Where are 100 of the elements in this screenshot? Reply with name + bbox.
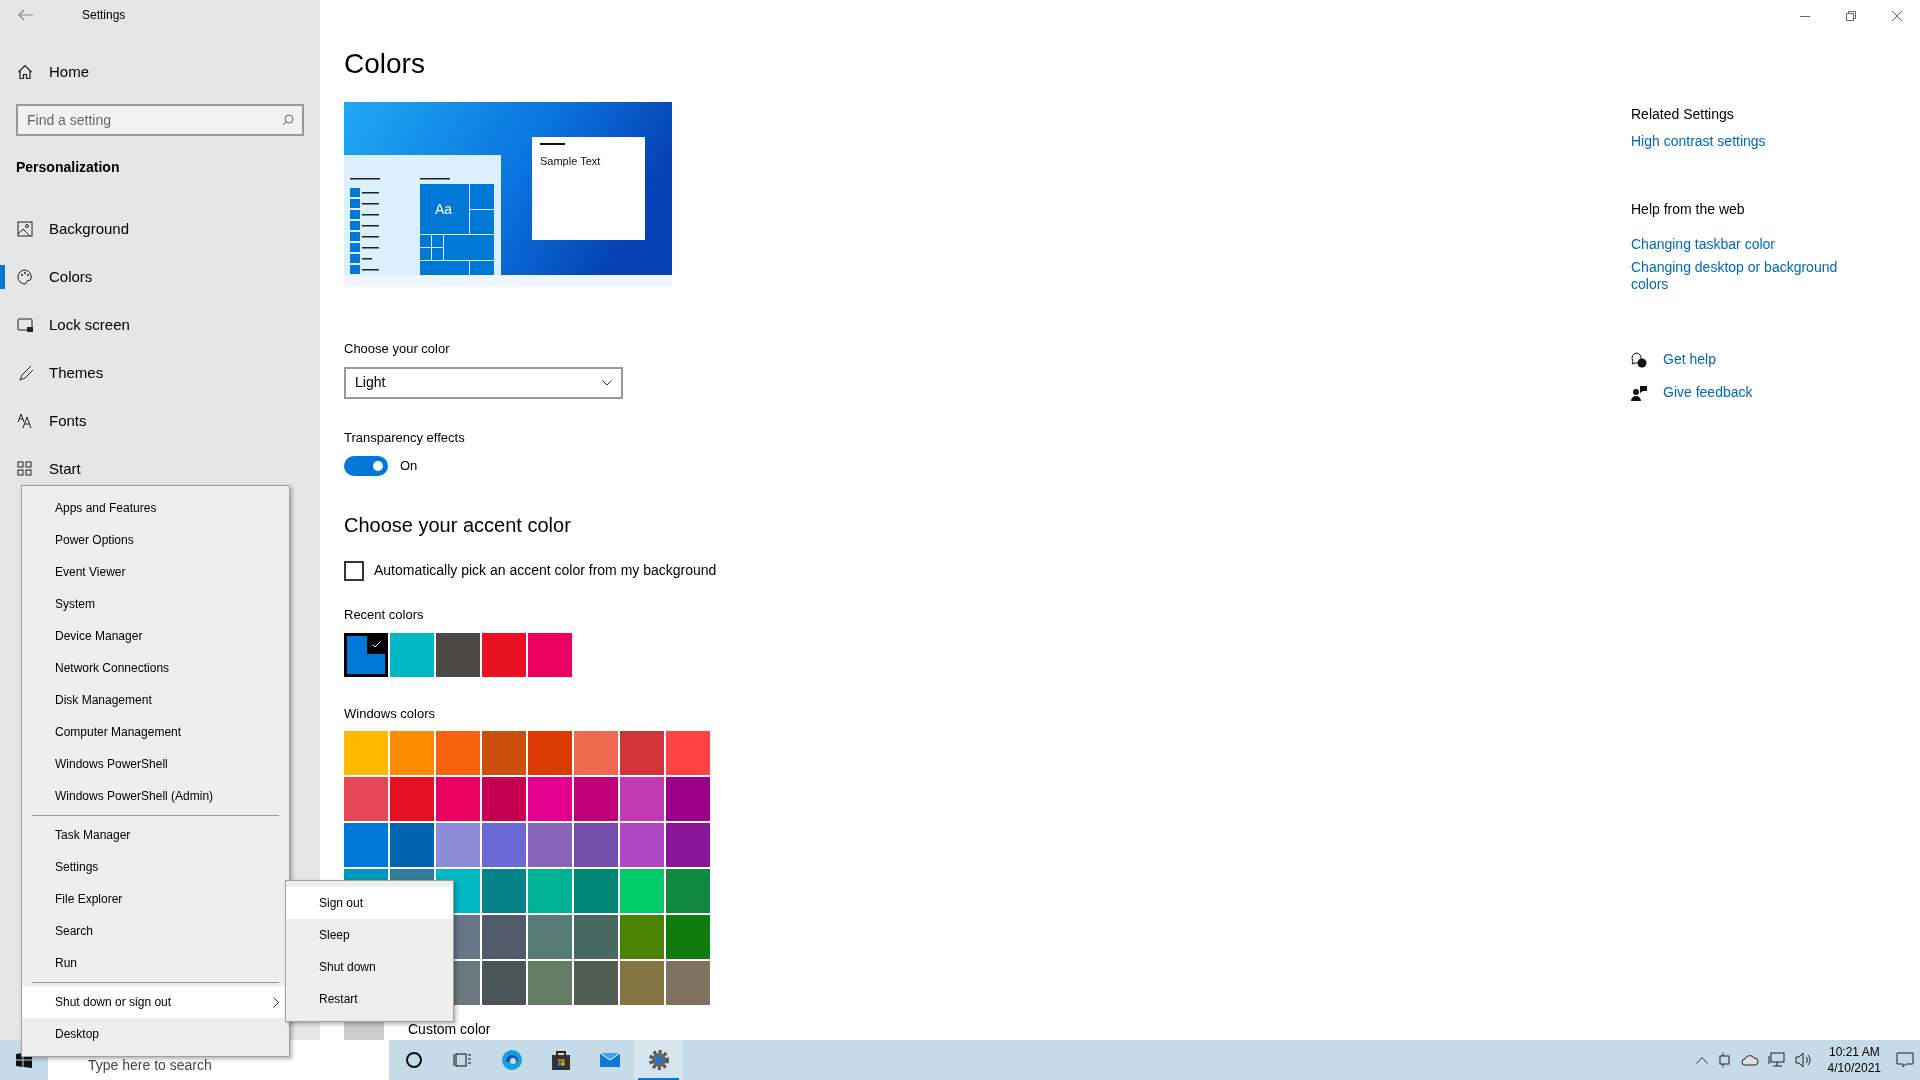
menu-item[interactable]: Run: [22, 947, 289, 979]
field-label: Transparency effects: [344, 428, 466, 447]
menu-item[interactable]: Network Connections: [22, 652, 289, 684]
color-swatch[interactable]: [620, 869, 664, 913]
color-swatch[interactable]: [528, 961, 572, 1005]
menu-item[interactable]: Settings: [22, 851, 289, 883]
color-swatch[interactable]: [482, 869, 526, 913]
color-swatch[interactable]: [620, 823, 664, 867]
color-swatch[interactable]: [528, 731, 572, 775]
menu-item[interactable]: Apps and Features: [22, 492, 289, 524]
menu-item[interactable]: Sign out: [286, 887, 453, 919]
color-swatch[interactable]: [666, 915, 710, 959]
menu-item[interactable]: Shut down: [286, 951, 453, 983]
color-swatch[interactable]: [574, 823, 618, 867]
nav-item[interactable]: Lock screen: [0, 301, 320, 349]
menu-item[interactable]: File Explorer: [22, 883, 289, 915]
color-swatch[interactable]: [436, 731, 480, 775]
menu-item[interactable]: Search: [22, 915, 289, 947]
menu-item[interactable]: Computer Management: [22, 716, 289, 748]
sample-text: Sample Text: [540, 154, 601, 169]
menu-item[interactable]: Sleep: [286, 919, 453, 951]
color-swatch[interactable]: [482, 632, 526, 677]
nav-item[interactable]: Fonts: [0, 397, 320, 445]
theme-dropdown[interactable]: Light: [344, 366, 623, 399]
link[interactable]: Give feedback: [1663, 382, 1753, 403]
menu-item[interactable]: System: [22, 588, 289, 620]
color-swatch[interactable]: [528, 777, 572, 821]
color-swatch[interactable]: [574, 777, 618, 821]
menu-item[interactable]: Event Viewer: [22, 556, 289, 588]
toggle-switch[interactable]: [344, 456, 388, 476]
checkbox[interactable]: [344, 560, 364, 581]
menu-item[interactable]: Disk Management: [22, 684, 289, 716]
color-swatch[interactable]: [344, 632, 388, 677]
color-swatch[interactable]: [620, 731, 664, 775]
color-swatch[interactable]: [390, 632, 434, 677]
menu-item[interactable]: Windows PowerShell: [22, 748, 289, 780]
nav-item[interactable]: Background: [0, 205, 320, 253]
nav-item[interactable]: Themes: [0, 349, 320, 397]
font-icon: [17, 413, 33, 429]
home-nav-item[interactable]: Home: [17, 60, 89, 84]
volume-icon[interactable]: [1794, 1052, 1813, 1068]
network-icon[interactable]: [1767, 1052, 1786, 1068]
color-swatch[interactable]: [482, 731, 526, 775]
color-swatch[interactable]: [528, 915, 572, 959]
menu-item[interactable]: Device Manager: [22, 620, 289, 652]
color-swatch[interactable]: [574, 869, 618, 913]
color-swatch[interactable]: [482, 777, 526, 821]
color-swatch[interactable]: [390, 823, 434, 867]
grid-icon: [17, 461, 33, 477]
color-swatch[interactable]: [574, 961, 618, 1005]
picture-frame-icon: [17, 221, 33, 237]
link[interactable]: Get help: [1663, 349, 1716, 370]
menu-item[interactable]: Power Options: [22, 524, 289, 556]
color-swatch[interactable]: [528, 632, 572, 677]
color-swatch[interactable]: [482, 915, 526, 959]
menu-item[interactable]: Task Manager: [22, 819, 289, 851]
search-field[interactable]: Find a setting: [16, 104, 304, 136]
menu-item[interactable]: Restart: [286, 983, 453, 1015]
color-swatch[interactable]: [528, 823, 572, 867]
color-swatch[interactable]: [344, 823, 388, 867]
color-swatch[interactable]: [482, 823, 526, 867]
link[interactable]: Changing taskbar color: [1631, 236, 1861, 253]
color-swatch[interactable]: [666, 823, 710, 867]
window-title: Settings: [82, 7, 126, 24]
cloud-icon[interactable]: [1740, 1054, 1759, 1066]
chevron-up-icon[interactable]: [1695, 1056, 1708, 1064]
color-swatch[interactable]: [482, 961, 526, 1005]
color-swatch[interactable]: [436, 777, 480, 821]
color-swatch[interactable]: [390, 777, 434, 821]
toggle-state: On: [400, 457, 418, 476]
notification-icon[interactable]: [1896, 1052, 1914, 1068]
chevron-down-icon: [602, 379, 612, 386]
color-swatch[interactable]: [574, 731, 618, 775]
color-swatch[interactable]: [666, 869, 710, 913]
taskbar-button[interactable]: [634, 1040, 683, 1080]
field-label: Choose your color: [344, 340, 451, 358]
restore-icon[interactable]: [1846, 11, 1856, 21]
color-swatch[interactable]: [436, 632, 480, 677]
menu-item[interactable]: Windows PowerShell (Admin): [22, 780, 289, 812]
color-swatch[interactable]: [620, 961, 664, 1005]
link[interactable]: Changing desktop or background colors: [1631, 259, 1861, 293]
back-icon[interactable]: [18, 9, 34, 21]
color-swatch[interactable]: [344, 731, 388, 775]
link[interactable]: High contrast settings: [1631, 131, 1861, 152]
close-icon[interactable]: [1892, 11, 1902, 21]
clock[interactable]: 10:21 AM 4/10/2021: [1821, 1044, 1887, 1076]
color-swatch[interactable]: [344, 777, 388, 821]
color-swatch[interactable]: [620, 777, 664, 821]
color-swatch[interactable]: [528, 869, 572, 913]
color-swatch[interactable]: [574, 915, 618, 959]
custom-color-button[interactable]: Custom color: [408, 1019, 491, 1040]
color-swatch[interactable]: [620, 915, 664, 959]
browser-icon: [499, 1048, 524, 1072]
color-swatch[interactable]: [666, 731, 710, 775]
color-swatch[interactable]: [436, 823, 480, 867]
color-swatch[interactable]: [390, 731, 434, 775]
nav-item[interactable]: Start: [0, 445, 320, 493]
color-swatch[interactable]: [666, 961, 710, 1005]
panel-heading: Help from the web: [1631, 200, 1746, 219]
color-swatch[interactable]: [666, 777, 710, 821]
